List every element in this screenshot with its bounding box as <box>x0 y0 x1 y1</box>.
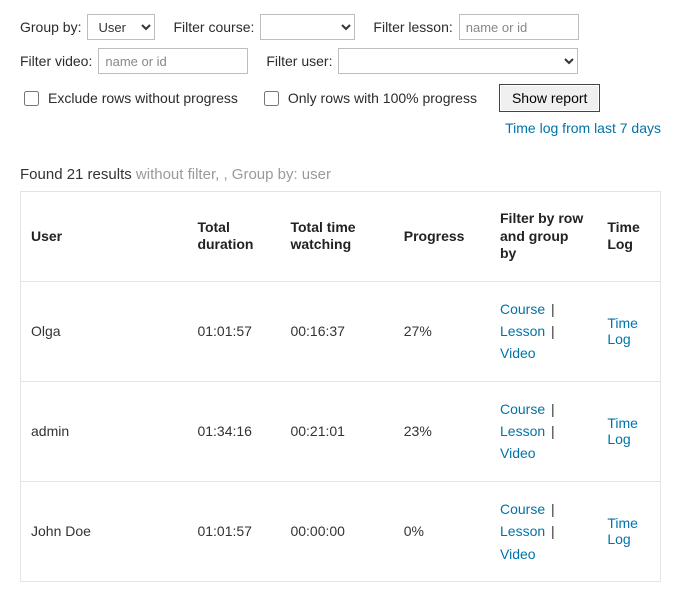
table-header-row: User Total duration Total time watching … <box>21 192 661 282</box>
cell-progress: 0% <box>394 481 490 581</box>
filter-lesson-label: Filter lesson: <box>373 19 452 35</box>
col-watching-header: Total time watching <box>280 192 393 282</box>
filter-video-label: Filter video: <box>20 53 92 69</box>
filter-user-label: Filter user: <box>266 53 332 69</box>
filter-video-link[interactable]: Video <box>500 546 536 562</box>
filter-lesson-link[interactable]: Lesson <box>500 523 545 539</box>
checkbox-row: Exclude rows without progress Only rows … <box>20 84 661 112</box>
only-100-checkbox[interactable] <box>264 91 279 106</box>
col-filter-header: Filter by row and group by <box>490 192 597 282</box>
only-100-label: Only rows with 100% progress <box>288 90 477 106</box>
filter-lesson-group: Filter lesson: <box>373 14 578 40</box>
filter-course-link[interactable]: Course <box>500 401 545 417</box>
cell-user: Olga <box>21 281 188 381</box>
table-row: admin 01:34:16 00:21:01 23% Course | Les… <box>21 381 661 481</box>
filter-course-link[interactable]: Course <box>500 501 545 517</box>
filter-video-input[interactable] <box>98 48 248 74</box>
filter-course-select[interactable] <box>260 14 355 40</box>
cell-user: John Doe <box>21 481 188 581</box>
col-progress-header: Progress <box>394 192 490 282</box>
filter-lesson-link[interactable]: Lesson <box>500 423 545 439</box>
filter-bar: Group by: User Filter course: Filter les… <box>20 14 661 74</box>
time-log-7days-link[interactable]: Time log from last 7 days <box>505 120 661 136</box>
filter-lesson-link[interactable]: Lesson <box>500 323 545 339</box>
filter-video-link[interactable]: Video <box>500 445 536 461</box>
cell-watching: 00:21:01 <box>280 381 393 481</box>
group-by-select[interactable]: User <box>87 14 155 40</box>
filter-lesson-input[interactable] <box>459 14 579 40</box>
results-detail: without filter, , Group by: user <box>132 166 331 183</box>
filter-course-link[interactable]: Course <box>500 301 545 317</box>
cell-watching: 00:16:37 <box>280 281 393 381</box>
filter-course-group: Filter course: <box>173 14 355 40</box>
filter-video-group: Filter video: <box>20 48 248 74</box>
only-100-checkbox-wrap: Only rows with 100% progress <box>260 88 477 109</box>
time-log-link[interactable]: Time Log <box>607 515 638 547</box>
cell-time-log: Time Log <box>597 481 660 581</box>
col-time-log-header: Time Log <box>597 192 660 282</box>
filter-course-label: Filter course: <box>173 19 254 35</box>
exclude-rows-checkbox[interactable] <box>24 91 39 106</box>
cell-time-log: Time Log <box>597 381 660 481</box>
col-duration-header: Total duration <box>187 192 280 282</box>
cell-filter-links: Course | Lesson | Video <box>490 381 597 481</box>
cell-time-log: Time Log <box>597 281 660 381</box>
exclude-rows-label: Exclude rows without progress <box>48 90 238 106</box>
cell-duration: 01:01:57 <box>187 281 280 381</box>
col-user-header: User <box>21 192 188 282</box>
filter-user-select[interactable] <box>338 48 578 74</box>
cell-progress: 27% <box>394 281 490 381</box>
results-summary: Found 21 results without filter, , Group… <box>20 166 661 183</box>
show-report-button[interactable]: Show report <box>499 84 600 112</box>
time-log-7days-wrap: Time log from last 7 days <box>20 120 661 136</box>
results-table: User Total duration Total time watching … <box>20 191 661 582</box>
table-row: Olga 01:01:57 00:16:37 27% Course | Less… <box>21 281 661 381</box>
time-log-link[interactable]: Time Log <box>607 315 638 347</box>
time-log-link[interactable]: Time Log <box>607 415 638 447</box>
results-count: Found 21 results <box>20 166 132 183</box>
cell-filter-links: Course | Lesson | Video <box>490 281 597 381</box>
cell-duration: 01:01:57 <box>187 481 280 581</box>
table-row: John Doe 01:01:57 00:00:00 0% Course | L… <box>21 481 661 581</box>
cell-progress: 23% <box>394 381 490 481</box>
filter-user-group: Filter user: <box>266 48 578 74</box>
cell-duration: 01:34:16 <box>187 381 280 481</box>
exclude-rows-checkbox-wrap: Exclude rows without progress <box>20 88 238 109</box>
group-by-label: Group by: <box>20 19 81 35</box>
filter-video-link[interactable]: Video <box>500 345 536 361</box>
cell-watching: 00:00:00 <box>280 481 393 581</box>
group-by-filter: Group by: User <box>20 14 155 40</box>
cell-filter-links: Course | Lesson | Video <box>490 481 597 581</box>
cell-user: admin <box>21 381 188 481</box>
